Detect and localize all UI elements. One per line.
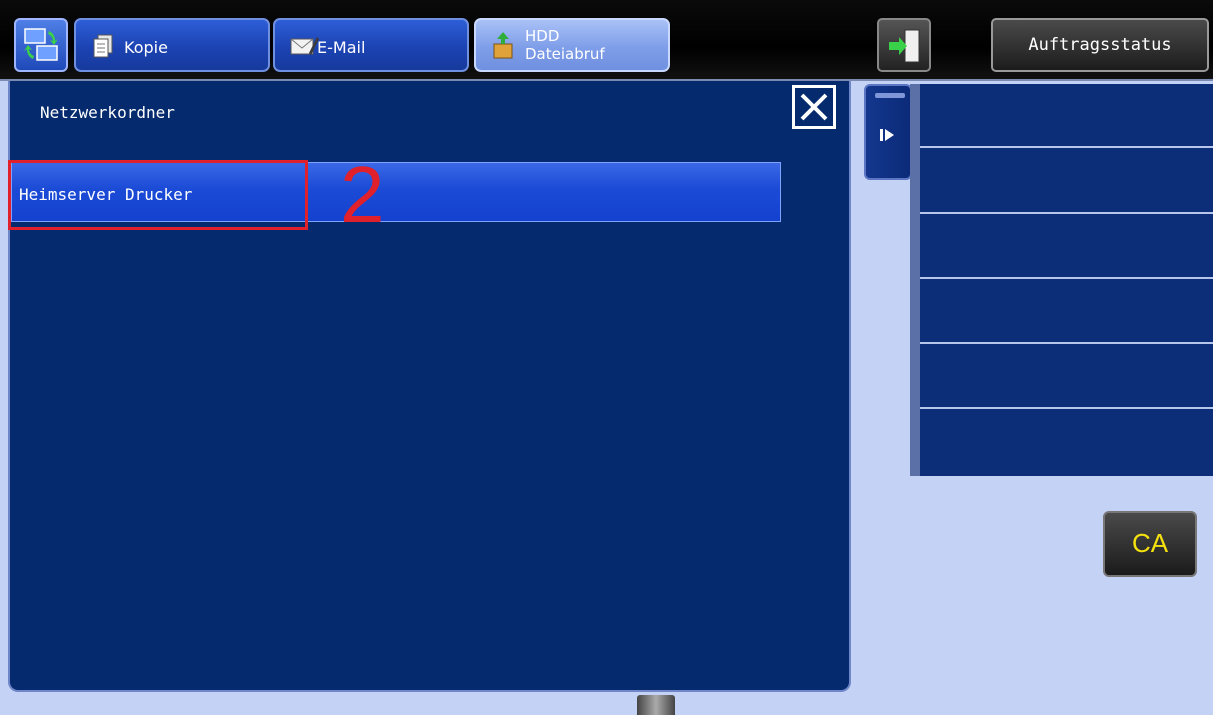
tab-email-label: E-Mail [317, 38, 366, 57]
annotation-step-number: 2 [340, 150, 385, 239]
logout-button[interactable] [877, 18, 931, 72]
sidebar-grip [875, 93, 905, 98]
mode-switch-icon [24, 28, 58, 61]
sidebar-row[interactable] [920, 345, 1213, 409]
mode-switch-button[interactable] [14, 18, 68, 72]
sidebar-list [910, 84, 1213, 476]
sidebar-row[interactable] [920, 410, 1213, 474]
panel-title: Netzwerkordner [40, 103, 175, 122]
sidebar-row[interactable] [920, 84, 1213, 148]
scroll-handle[interactable] [637, 695, 675, 715]
close-button[interactable] [792, 85, 836, 129]
logout-door-icon [889, 29, 920, 63]
email-icon [290, 37, 319, 55]
tab-hdd-dateiabruf[interactable]: HDD Dateiabruf [474, 18, 670, 72]
tab-kopie-label: Kopie [124, 38, 168, 57]
job-status-button[interactable]: Auftragsstatus [991, 18, 1209, 72]
close-x-icon [800, 93, 828, 121]
tab-email[interactable]: E-Mail [273, 18, 469, 72]
sidebar-expand-tab[interactable] [864, 84, 912, 180]
clear-all-button[interactable]: CA [1103, 511, 1197, 577]
annotation-highlight-box [8, 160, 308, 230]
sidebar-row[interactable] [920, 280, 1213, 344]
sidebar-row[interactable] [920, 150, 1213, 214]
tab-kopie[interactable]: Kopie [74, 18, 270, 72]
left-edge [0, 81, 8, 715]
expand-arrow-icon [880, 129, 894, 141]
tab-hdd-label-line2: Dateiabruf [525, 45, 605, 63]
hdd-retrieve-icon [493, 32, 513, 59]
copy-icon [93, 34, 113, 58]
sidebar-row[interactable] [920, 215, 1213, 279]
tab-hdd-label-line1: HDD [525, 27, 560, 45]
